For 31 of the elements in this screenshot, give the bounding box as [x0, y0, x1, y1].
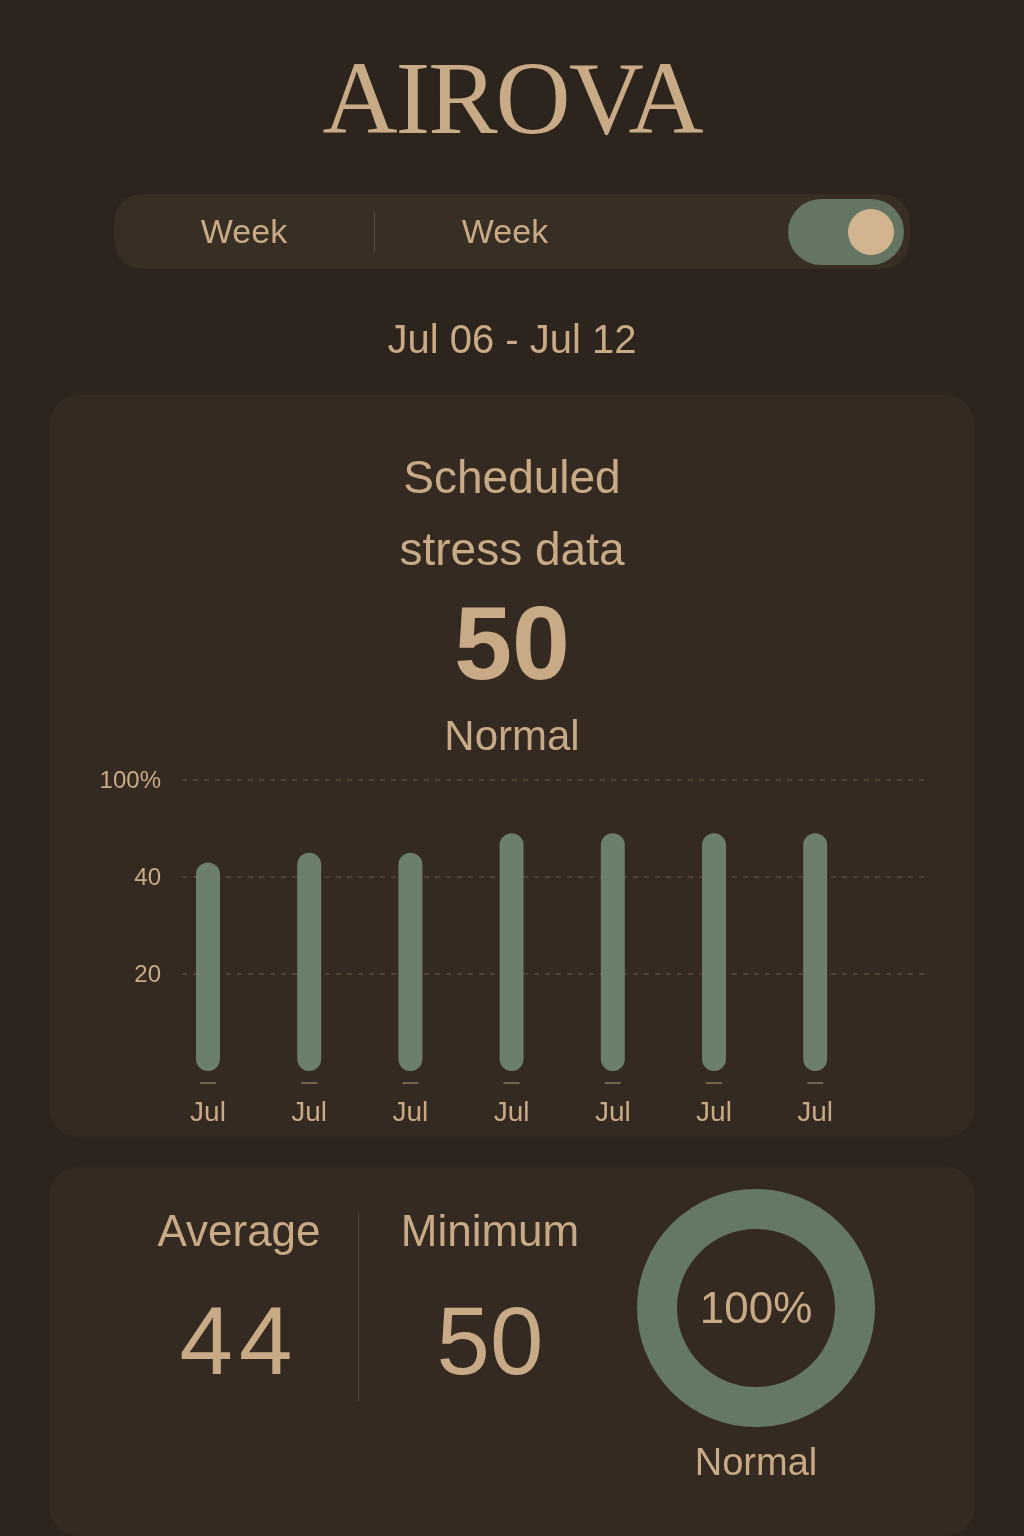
stat-value: 44 — [179, 1293, 299, 1390]
x-tick-mark — [502, 1082, 521, 1084]
x-axis-label: Jul — [392, 1096, 429, 1128]
period-tab[interactable]: Week — [114, 206, 374, 258]
x-axis-label: Jul — [696, 1096, 732, 1128]
ring-reading: 100% — [699, 1282, 813, 1335]
toggle-switch[interactable] — [788, 198, 904, 265]
x-tick-mark — [806, 1082, 824, 1084]
x-axis-label: Jul — [291, 1096, 328, 1128]
x-tick-mark — [604, 1082, 622, 1084]
x-axis-label: Jul — [594, 1096, 631, 1128]
y-tick-label: 40 — [134, 863, 161, 891]
x-tick-mark — [300, 1082, 318, 1084]
x-tick-mark — [705, 1082, 723, 1084]
y-axis-top-label: 100% — [99, 766, 161, 794]
stat-label: Average — [157, 1209, 321, 1254]
x-tick-mark — [401, 1082, 420, 1084]
x-tick-mark — [199, 1082, 217, 1084]
app-logo: AIROVA — [322, 46, 702, 150]
x-axis-label: Jul — [190, 1096, 226, 1128]
card-title: Scheduled stress data — [398, 450, 626, 578]
stat-label: Minimum — [400, 1209, 580, 1254]
x-axis-label: Jul — [797, 1096, 834, 1128]
stat-value: 50 — [436, 1293, 544, 1390]
x-axis-label: Jul — [493, 1096, 530, 1128]
ring-status: Normal — [694, 1443, 818, 1482]
y-tick-label: 20 — [134, 960, 161, 988]
stress-score: 50 — [454, 591, 570, 696]
period-tab[interactable]: Week — [375, 206, 635, 258]
stress-status: Normal — [444, 715, 580, 758]
date-range: Jul 06 - Jul 12 — [387, 319, 637, 360]
